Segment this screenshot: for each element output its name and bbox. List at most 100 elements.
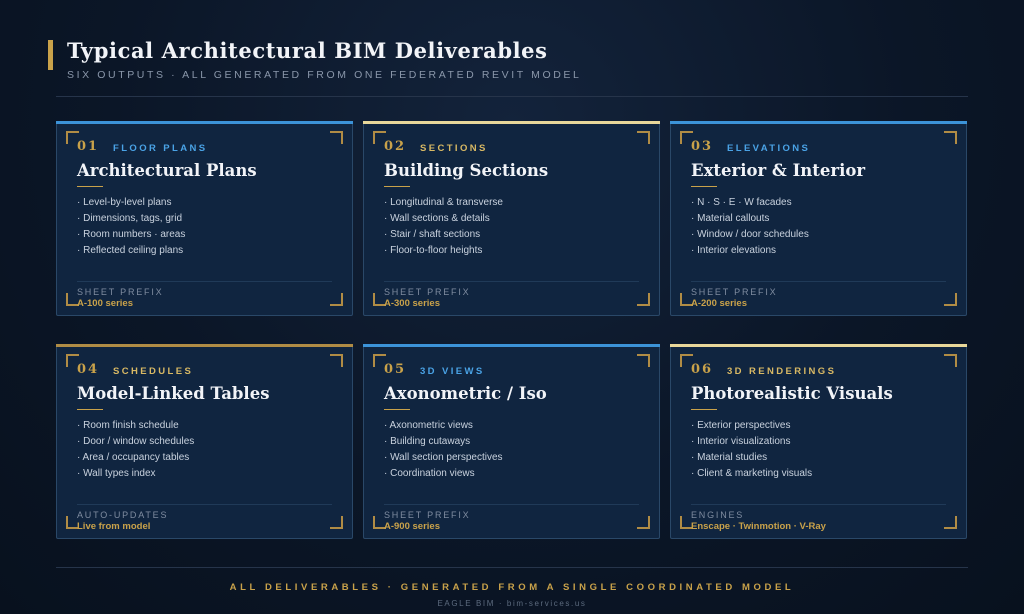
page-title: Typical Architectural BIM Deliverables <box>67 38 548 63</box>
card-footer-label: SHEET PREFIX <box>691 287 778 297</box>
title-underline <box>691 409 717 410</box>
corner-bracket-icon <box>330 516 343 529</box>
card-top-accent <box>56 344 353 347</box>
card-footer-value: A-900 series <box>384 521 440 532</box>
card-category: SECTIONS <box>420 143 488 154</box>
card-bullet-list: · N · S · E · W facades · Material callo… <box>691 195 809 259</box>
card-footer-value: Enscape · Twinmotion · V-Ray <box>691 521 826 532</box>
card-top-accent <box>670 121 967 124</box>
bullet-item: · Window / door schedules <box>691 229 809 240</box>
card-footer-value: A-200 series <box>691 298 747 309</box>
card-category: 3D RENDERINGS <box>727 366 837 377</box>
bullet-item: · Floor-to-floor heights <box>384 245 483 256</box>
card-title: Axonometric / Iso <box>384 384 547 403</box>
card-category: 3D VIEWS <box>420 366 485 377</box>
corner-bracket-icon <box>637 293 650 306</box>
header-divider <box>56 96 968 97</box>
corner-bracket-icon <box>637 516 650 529</box>
bullet-item: · Level-by-level plans <box>77 197 172 208</box>
corner-bracket-icon <box>330 131 343 144</box>
card-title: Architectural Plans <box>77 161 257 180</box>
card-top-accent <box>363 121 660 124</box>
card-top-accent <box>363 344 660 347</box>
bullet-item: · Axonometric views <box>384 420 473 431</box>
title-underline <box>77 409 103 410</box>
bullet-item: · Stair / shaft sections <box>384 229 481 240</box>
bullet-item: · N · S · E · W facades <box>691 197 792 208</box>
corner-bracket-icon <box>330 293 343 306</box>
card-footer-label: AUTO-UPDATES <box>77 510 169 520</box>
card-footer-divider <box>384 504 639 505</box>
corner-bracket-icon <box>330 354 343 367</box>
bullet-item: · Dimensions, tags, grid <box>77 213 183 224</box>
corner-bracket-icon <box>637 354 650 367</box>
card-top-accent <box>56 121 353 124</box>
card-title: Photorealistic Visuals <box>691 384 893 403</box>
card-top-accent <box>670 344 967 347</box>
card-number: 05 <box>384 362 407 377</box>
card-title: Model-Linked Tables <box>77 384 270 403</box>
bullet-item: · Exterior perspectives <box>691 420 791 431</box>
card-footer-label: ENGINES <box>691 510 745 520</box>
card-number: 01 <box>77 139 100 154</box>
footer-credit: EAGLE BIM · bim-services.us <box>437 599 587 608</box>
footer-divider <box>56 567 968 568</box>
title-underline <box>77 186 103 187</box>
card-number: 02 <box>384 139 407 154</box>
card-3d-views: 05 3D VIEWS Axonometric / Iso · Axonomet… <box>363 344 660 539</box>
card-footer-value: Live from model <box>77 521 151 532</box>
card-footer-label: SHEET PREFIX <box>77 287 164 297</box>
card-number: 06 <box>691 362 714 377</box>
card-bullet-list: · Longitudinal & transverse · Wall secti… <box>384 195 503 259</box>
bullet-item: · Interior elevations <box>691 245 777 256</box>
bullet-item: · Wall types index <box>77 468 156 479</box>
card-footer-divider <box>77 281 332 282</box>
card-bullet-list: · Level-by-level plans · Dimensions, tag… <box>77 195 185 259</box>
card-footer-divider <box>77 504 332 505</box>
bullet-item: · Coordination views <box>384 468 475 479</box>
bullet-item: · Room finish schedule <box>77 420 179 431</box>
card-number: 04 <box>77 362 100 377</box>
page-subtitle: SIX OUTPUTS · ALL GENERATED FROM ONE FED… <box>67 69 582 81</box>
bullet-item: · Interior visualizations <box>691 436 791 447</box>
card-footer-value: A-300 series <box>384 298 440 309</box>
bullet-item: · Wall section perspectives <box>384 452 503 463</box>
bullet-item: · Client & marketing visuals <box>691 468 813 479</box>
card-number: 03 <box>691 139 714 154</box>
corner-bracket-icon <box>944 354 957 367</box>
bullet-item: · Material studies <box>691 452 768 463</box>
card-footer-label: SHEET PREFIX <box>384 287 471 297</box>
bullet-item: · Wall sections & details <box>384 213 490 224</box>
title-underline <box>384 186 410 187</box>
card-bullet-list: · Room finish schedule · Door / window s… <box>77 418 194 482</box>
card-footer-divider <box>691 504 946 505</box>
card-title: Exterior & Interior <box>691 161 866 180</box>
bullet-item: · Area / occupancy tables <box>77 452 190 463</box>
bullet-item: · Reflected ceiling plans <box>77 245 184 256</box>
corner-bracket-icon <box>944 293 957 306</box>
card-category: FLOOR PLANS <box>113 143 208 154</box>
corner-bracket-icon <box>944 131 957 144</box>
card-footer-divider <box>384 281 639 282</box>
card-title: Building Sections <box>384 161 549 180</box>
card-3d-renderings: 06 3D RENDERINGS Photorealistic Visuals … <box>670 344 967 539</box>
footer-tagline: ALL DELIVERABLES · GENERATED FROM A SING… <box>229 582 795 593</box>
bullet-item: · Building cutaways <box>384 436 471 447</box>
card-elevations: 03 ELEVATIONS Exterior & Interior · N · … <box>670 121 967 316</box>
card-floor-plans: 01 FLOOR PLANS Architectural Plans · Lev… <box>56 121 353 316</box>
bullet-item: · Material callouts <box>691 213 770 224</box>
card-footer-label: SHEET PREFIX <box>384 510 471 520</box>
card-bullet-list: · Exterior perspectives · Interior visua… <box>691 418 812 482</box>
title-accent-bar <box>48 40 53 70</box>
corner-bracket-icon <box>637 131 650 144</box>
card-footer-divider <box>691 281 946 282</box>
card-category: SCHEDULES <box>113 366 194 377</box>
title-underline <box>691 186 717 187</box>
card-bullet-list: · Axonometric views · Building cutaways … <box>384 418 503 482</box>
card-sections: 02 SECTIONS Building Sections · Longitud… <box>363 121 660 316</box>
bullet-item: · Longitudinal & transverse <box>384 197 503 208</box>
card-footer-value: A-100 series <box>77 298 133 309</box>
corner-bracket-icon <box>944 516 957 529</box>
card-category: ELEVATIONS <box>727 143 811 154</box>
bullet-item: · Door / window schedules <box>77 436 195 447</box>
